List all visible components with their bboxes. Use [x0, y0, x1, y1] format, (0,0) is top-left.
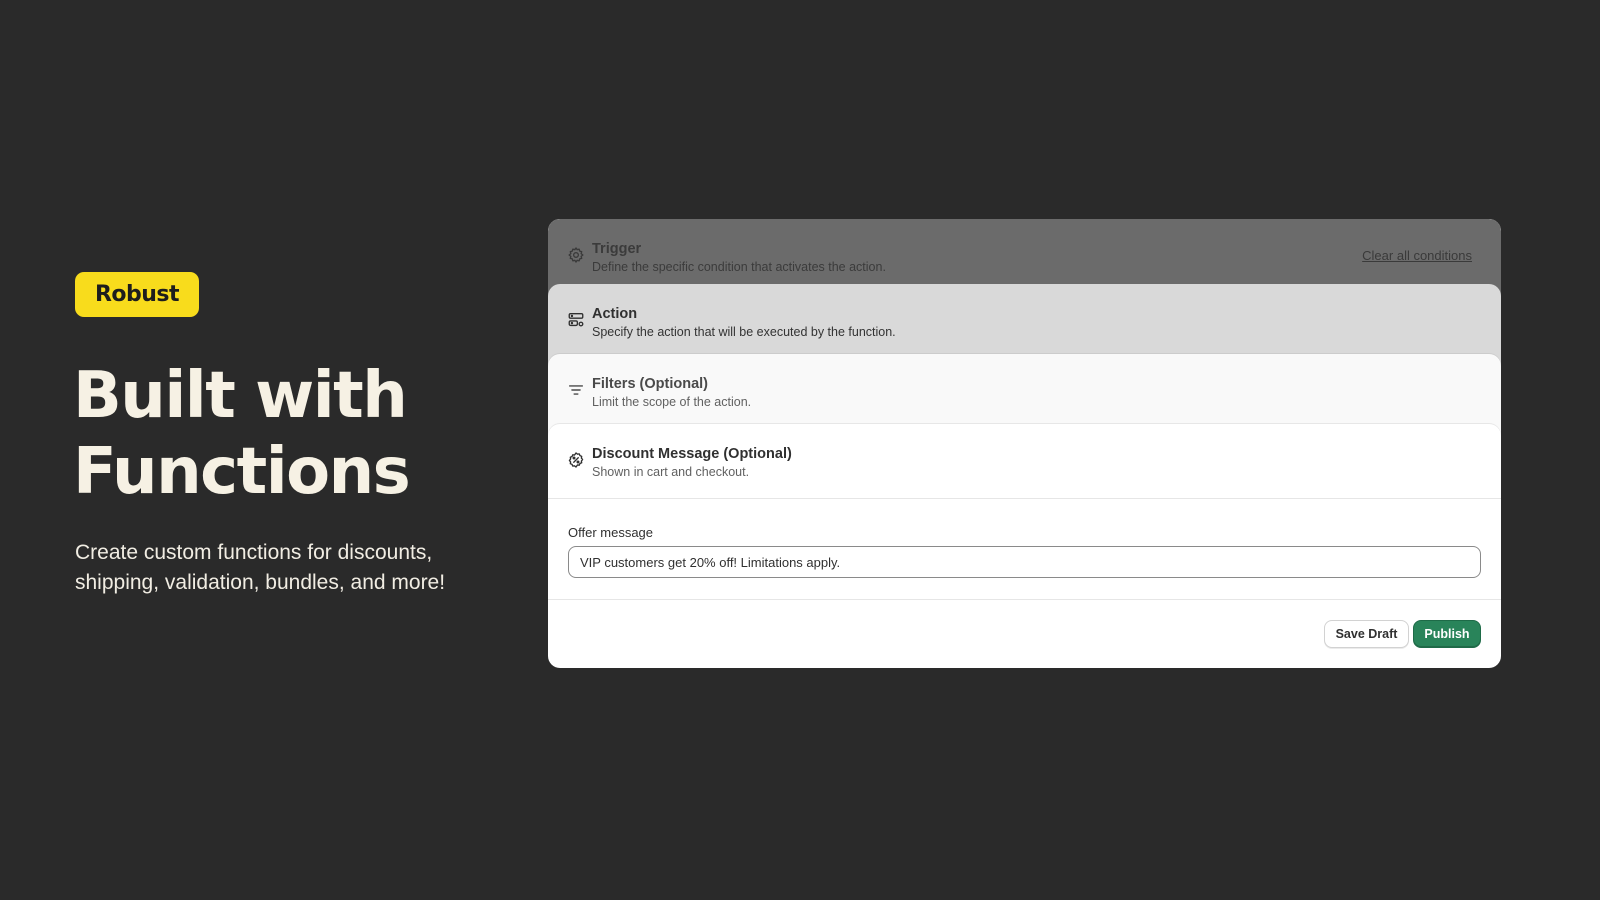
- action-title: Action: [592, 306, 638, 322]
- publish-button[interactable]: Publish: [1413, 620, 1481, 648]
- footer-divider: [548, 599, 1501, 600]
- headline-line-2: Functions: [73, 435, 411, 509]
- discount-message-section[interactable]: Discount Message (Optional) Shown in car…: [548, 424, 1501, 499]
- trigger-title: Trigger: [592, 241, 642, 257]
- action-description: Specify the action that will be executed…: [592, 325, 896, 339]
- clear-all-conditions-link[interactable]: Clear all conditions: [1362, 248, 1472, 263]
- server-gear-icon: [568, 313, 584, 327]
- filters-description: Limit the scope of the action.: [592, 395, 752, 409]
- function-editor-panel: Trigger Define the specific condition th…: [548, 219, 1501, 668]
- trigger-description: Define the specific condition that activ…: [592, 260, 886, 274]
- filter-icon: [568, 385, 584, 395]
- save-draft-button[interactable]: Save Draft: [1324, 620, 1409, 648]
- discount-message-description: Shown in cart and checkout.: [592, 465, 750, 479]
- offer-message-input[interactable]: [568, 546, 1481, 578]
- offer-message-label: Offer message: [568, 525, 654, 540]
- headline-line-1: Built with: [73, 359, 408, 433]
- discount-message-title: Discount Message (Optional): [592, 446, 792, 462]
- robust-badge: Robust: [75, 272, 199, 317]
- filters-title: Filters (Optional): [592, 376, 708, 392]
- hero-subcopy: Create custom functions for discounts, s…: [75, 541, 446, 594]
- discount-badge-icon: [568, 452, 584, 468]
- page-headline: Built with Functions: [73, 358, 493, 510]
- gear-icon: [568, 247, 584, 263]
